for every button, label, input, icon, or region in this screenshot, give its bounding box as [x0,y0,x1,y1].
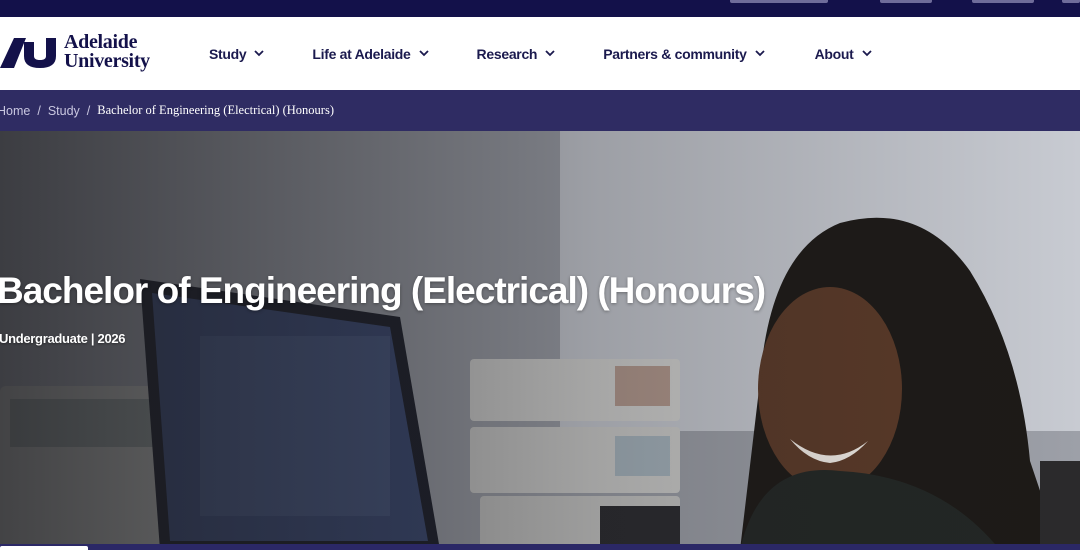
hero-banner: Bachelor of Engineering (Electrical) (Ho… [0,131,1080,550]
nav-item-label: Life at Adelaide [312,45,411,62]
logo-wordmark: Adelaide University [64,32,150,72]
nav-item-label: Research [476,45,538,62]
nav-item-label: Study [209,45,247,62]
university-logo-mark-icon [0,38,56,68]
chevron-down-icon [861,50,872,57]
utility-links [730,0,1080,17]
breadcrumb-current-page: Bachelor of Engineering (Electrical) (Ho… [97,103,334,117]
main-navigation: Adelaide University Study Life at Adelai… [0,17,1080,90]
nav-item-label: Partners & community [603,45,747,62]
breadcrumb-list: Home / Study / Bachelor of Engineering (… [0,103,334,118]
breadcrumb-study-link[interactable]: Study [48,104,80,118]
nav-item-life-at-adelaide[interactable]: Life at Adelaide [312,45,429,62]
bottom-tab-indicator[interactable] [0,546,88,550]
hero-photo [0,131,1080,550]
utility-link[interactable] [880,0,932,3]
nav-item-partners-community[interactable]: Partners & community [603,45,765,62]
hero-subtitle: Undergraduate | 2026 [0,331,126,346]
page-title: Bachelor of Engineering (Electrical) (Ho… [0,270,766,311]
nav-item-about[interactable]: About [815,46,872,62]
utility-bar [0,0,1080,17]
chevron-down-icon [254,50,265,57]
chevron-down-icon [754,50,765,57]
nav-item-study[interactable]: Study [209,45,265,62]
utility-link[interactable] [1062,0,1080,3]
nav-item-research[interactable]: Research [477,46,556,62]
chevron-down-icon [545,50,555,57]
nav-menu: Study Life at Adelaide Research Partners… [209,17,872,90]
university-logo[interactable]: Adelaide University [0,32,150,72]
breadcrumb-separator: / [37,103,41,118]
utility-link[interactable] [730,0,828,3]
breadcrumb-separator: / [86,103,91,118]
logo-line-2: University [64,50,150,72]
bottom-strip [0,544,1080,550]
nav-item-label: About [814,45,854,62]
breadcrumb: Home / Study / Bachelor of Engineering (… [0,90,1080,131]
utility-link[interactable] [972,0,1034,3]
chevron-down-icon [418,50,429,57]
breadcrumb-home-link[interactable]: Home [0,104,30,118]
